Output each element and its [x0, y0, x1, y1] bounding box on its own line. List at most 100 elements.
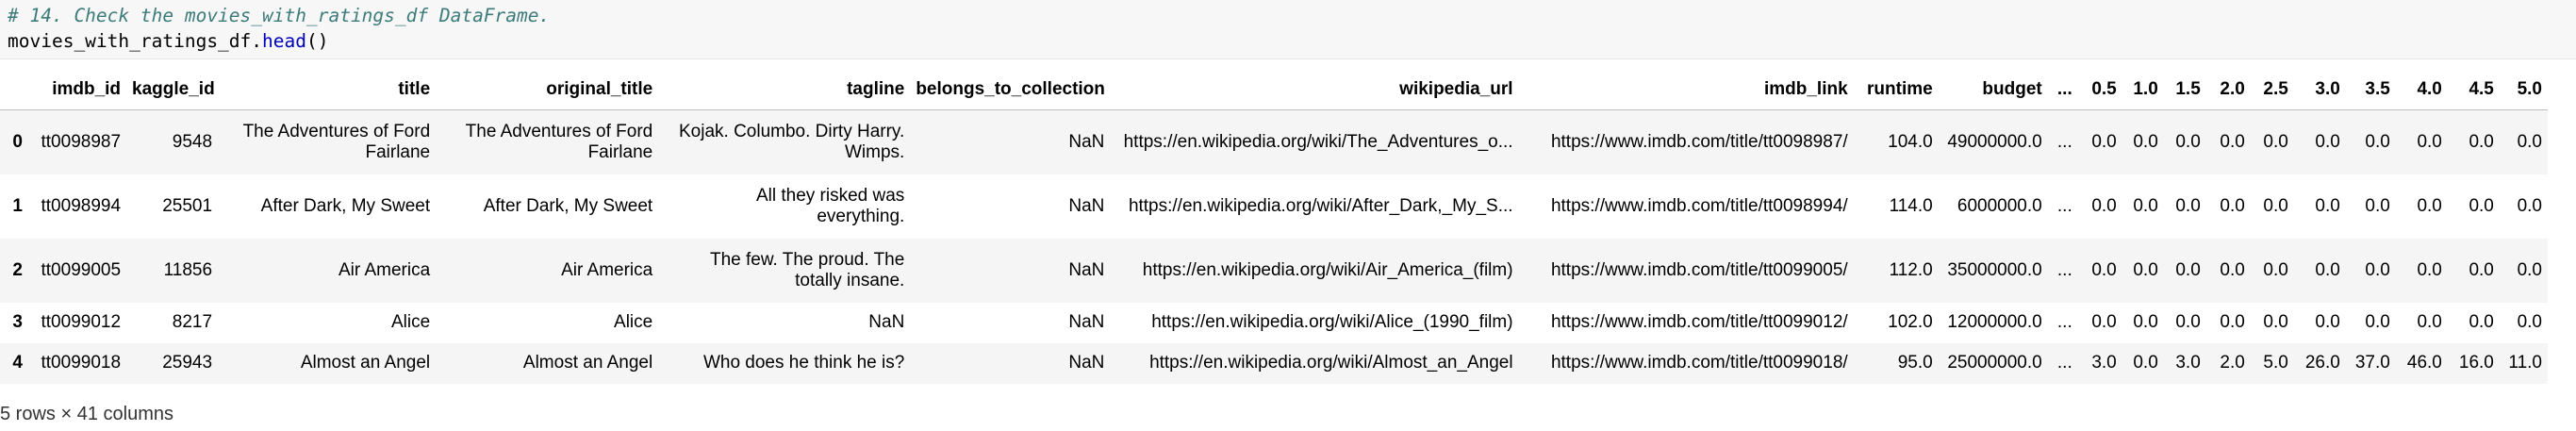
row-index: 4 [12, 353, 23, 373]
table-cell: 0.0 [2220, 312, 2245, 332]
table-cell: 0.0 [2315, 131, 2340, 152]
table-cell: Air America [339, 259, 431, 280]
table-cell: 0.0 [2133, 353, 2158, 373]
column-header: tagline [658, 70, 911, 110]
table-cell: https://en.wikipedia.org/wiki/After_Dark… [1128, 195, 1513, 216]
code-cell-input[interactable]: # 14. Check the movies_with_ratings_df D… [0, 0, 2576, 59]
table-cell: 25943 [162, 353, 213, 373]
table-cell: 114.0 [1889, 195, 1933, 216]
row-index: 1 [12, 195, 23, 216]
table-cell: 35000000.0 [1947, 259, 2042, 280]
table-cell: https://www.imdb.com/title/tt0099018/ [1550, 353, 1848, 373]
table-cell: 104.0 [1888, 131, 1933, 152]
table-cell: 25000000.0 [1947, 353, 2042, 373]
table-cell: 0.0 [2263, 312, 2288, 332]
row-index: 0 [12, 131, 23, 152]
table-cell: 3.0 [2091, 353, 2117, 373]
table-cell: ... [2056, 312, 2072, 332]
table-cell: 0.0 [2469, 195, 2494, 216]
table-cell: 0.0 [2133, 131, 2158, 152]
row-index: 2 [12, 259, 23, 280]
table-cell: ... [2056, 353, 2072, 373]
table-cell: 0.0 [2091, 195, 2117, 216]
table-cell: tt0099005 [41, 259, 122, 280]
table-cell: 0.0 [2365, 312, 2390, 332]
table-cell: The Adventures of Ford Fairlane [465, 121, 653, 162]
table-row: 4 tt0099018 25943 Almost an Angel Almost an … [0, 342, 2548, 384]
table-cell: 0.0 [2517, 312, 2542, 332]
table-cell: Almost an Angel [522, 353, 653, 373]
table-cell: https://en.wikipedia.org/wiki/Air_Americ… [1142, 259, 1513, 280]
table-cell: https://www.imdb.com/title/tt0099012/ [1550, 312, 1848, 332]
table-cell: 0.0 [2133, 195, 2158, 216]
dataframe-output-table: imdb_id kaggle_id title original_title tagli… [0, 70, 2548, 384]
table-cell: Alice [614, 312, 653, 332]
table-cell: https://www.imdb.com/title/tt0099005/ [1550, 259, 1848, 280]
table-cell: 95.0 [1897, 353, 1933, 373]
table-cell: The Adventures of Ford Fairlane [242, 121, 431, 162]
table-cell: NaN [1068, 195, 1105, 216]
table-cell: 112.0 [1889, 259, 1933, 280]
code-variable: movies_with_ratings_df [8, 30, 252, 52]
table-cell: 0.0 [2220, 131, 2245, 152]
table-cell: 0.0 [2517, 131, 2542, 152]
table-cell: 0.0 [2263, 131, 2288, 152]
table-cell: 5.0 [2263, 353, 2288, 373]
table-cell: 0.0 [2315, 312, 2340, 332]
table-cell: NaN [1068, 259, 1105, 280]
table-cell: Almost an Angel [300, 353, 431, 373]
table-cell: 6000000.0 [1957, 195, 2042, 216]
table-cell: 0.0 [2365, 195, 2390, 216]
table-cell: 0.0 [2365, 131, 2390, 152]
table-cell: 0.0 [2315, 195, 2340, 216]
table-cell: https://www.imdb.com/title/tt0098994/ [1550, 195, 1848, 216]
table-cell: 37.0 [2354, 353, 2390, 373]
column-header: budget [1938, 70, 2048, 110]
table-cell: 0.0 [2263, 259, 2288, 280]
table-cell: 9548 [172, 131, 213, 152]
table-cell: 0.0 [2469, 259, 2494, 280]
table-cell: 0.0 [2175, 131, 2201, 152]
column-header: runtime [1853, 70, 1939, 110]
code-parens: () [306, 30, 329, 52]
table-cell: Air America [561, 259, 653, 280]
table-cell: 0.0 [2417, 195, 2442, 216]
column-header: wikipedia_url [1110, 70, 1519, 110]
row-index: 3 [12, 312, 23, 332]
column-header: 5.0 [2499, 70, 2548, 110]
code-editor[interactable]: # 14. Check the movies_with_ratings_df D… [8, 3, 550, 54]
column-header: 2.5 [2250, 70, 2294, 110]
table-cell: Kojak. Columbo. Dirty Harry. Wimps. [678, 121, 905, 162]
column-header: title [218, 70, 437, 110]
table-cell: 0.0 [2220, 259, 2245, 280]
table-cell: 0.0 [2263, 195, 2288, 216]
table-cell: NaN [1068, 131, 1105, 152]
table-cell: Who does he think he is? [702, 353, 905, 373]
column-header: 4.0 [2395, 70, 2448, 110]
column-header: imdb_link [1518, 70, 1854, 110]
code-comment: # 14. Check the movies_with_ratings_df D… [8, 5, 551, 26]
table-cell: 0.0 [2091, 312, 2117, 332]
table-cell: https://en.wikipedia.org/wiki/Alice_(199… [1151, 312, 1513, 332]
table-cell: NaN [1068, 312, 1105, 332]
code-method: head [262, 30, 306, 52]
table-cell: 0.0 [2133, 259, 2158, 280]
table-cell: 0.0 [2220, 195, 2245, 216]
table-cell: 0.0 [2091, 131, 2117, 152]
column-header: 4.5 [2447, 70, 2500, 110]
table-cell: After Dark, My Sweet [260, 195, 431, 216]
table-cell: https://www.imdb.com/title/tt0098987/ [1550, 131, 1848, 152]
table-cell: 12000000.0 [1947, 312, 2042, 332]
table-cell: ... [2056, 259, 2072, 280]
table-cell: The few. The proud. The totally insane. [709, 249, 905, 290]
column-header: 1.5 [2163, 70, 2206, 110]
table-cell: 0.0 [2517, 195, 2542, 216]
table-cell: 0.0 [2469, 312, 2494, 332]
table-cell: 46.0 [2406, 353, 2442, 373]
code-dot: . [251, 30, 263, 52]
table-cell: 3.0 [2175, 353, 2201, 373]
column-header: 3.0 [2293, 70, 2346, 110]
column-header: imdb_id [28, 70, 127, 110]
table-cell: 16.0 [2458, 353, 2494, 373]
table-cell: https://en.wikipedia.org/wiki/Almost_an_… [1149, 353, 1513, 373]
